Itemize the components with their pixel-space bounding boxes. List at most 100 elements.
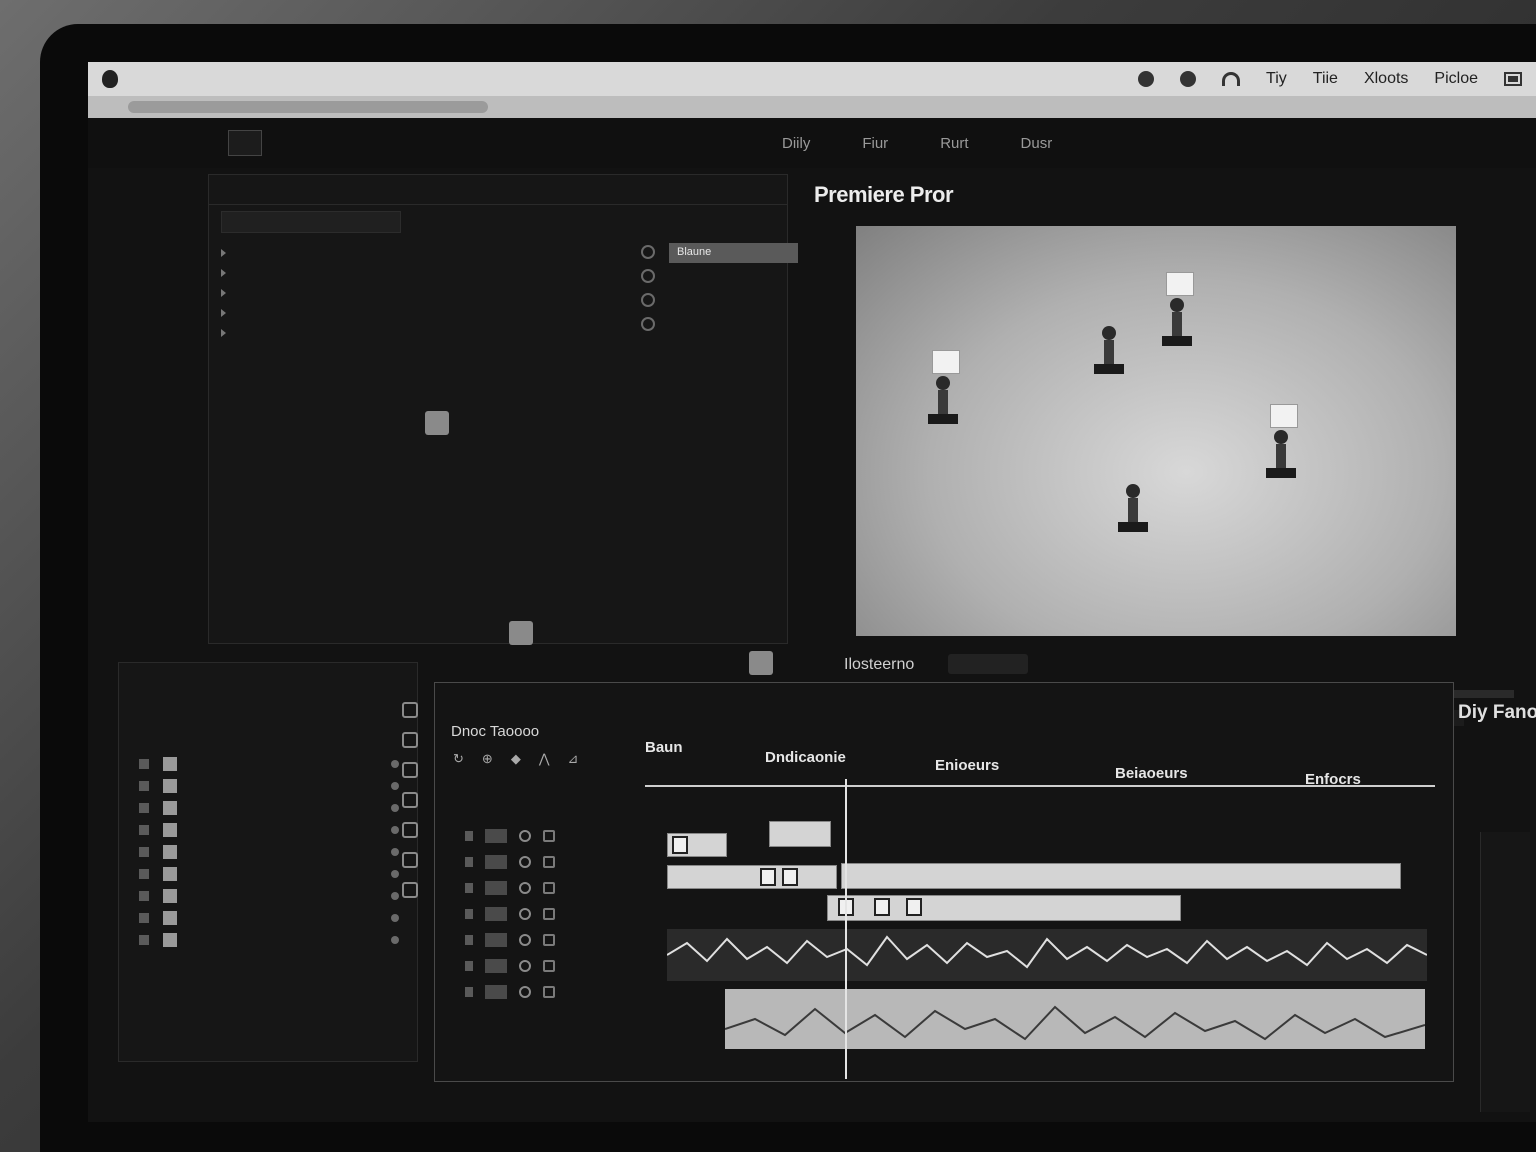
lock-icon[interactable] <box>465 883 473 893</box>
hand-tool-icon[interactable] <box>402 882 418 898</box>
lock-icon[interactable] <box>465 935 473 945</box>
disclosure-triangle-icon[interactable] <box>221 289 226 297</box>
circle-icon[interactable] <box>641 317 655 331</box>
circle-icon[interactable] <box>641 293 655 307</box>
list-item[interactable] <box>139 753 399 775</box>
bin-item[interactable] <box>221 303 561 323</box>
keyframe-icon[interactable] <box>391 760 399 768</box>
media-thumbnail[interactable] <box>749 651 773 675</box>
track-label[interactable] <box>485 855 507 869</box>
lock-icon[interactable] <box>465 987 473 997</box>
snap-icon[interactable]: ↻ <box>453 751 464 767</box>
keyframe-icon[interactable] <box>391 804 399 812</box>
disclosure-triangle-icon[interactable] <box>221 249 226 257</box>
video-clip[interactable] <box>769 821 831 847</box>
lock-icon[interactable] <box>465 831 473 841</box>
solo-icon[interactable] <box>543 986 555 998</box>
solo-icon[interactable] <box>543 960 555 972</box>
status-item-3[interactable]: Xloots <box>1364 70 1408 88</box>
lock-icon[interactable] <box>465 909 473 919</box>
bin-item[interactable] <box>221 243 561 263</box>
sync-icon[interactable] <box>543 830 555 842</box>
status-item-4[interactable]: Picloe <box>1434 70 1478 88</box>
sequence-timecode[interactable]: Dnoc Taoooo <box>451 723 539 740</box>
video-clip[interactable] <box>827 895 1181 921</box>
settings-icon[interactable]: ⋀ <box>539 751 550 767</box>
playhead[interactable] <box>845 779 847 1079</box>
status-item-2[interactable]: Tiie <box>1313 70 1338 88</box>
list-item[interactable] <box>139 907 399 929</box>
slip-tool-icon[interactable] <box>402 822 418 838</box>
keyframe-icon[interactable] <box>391 826 399 834</box>
audio-clip[interactable] <box>667 929 1427 981</box>
list-item[interactable] <box>139 819 399 841</box>
list-item[interactable] <box>139 929 399 951</box>
status-item-1[interactable]: Tiy <box>1266 70 1287 88</box>
captions-icon[interactable]: ⊿ <box>567 751 578 767</box>
mute-icon[interactable] <box>519 908 531 920</box>
circle-icon[interactable] <box>641 269 655 283</box>
linked-selection-icon[interactable]: ⊕ <box>482 751 493 767</box>
zoom-dropdown[interactable] <box>948 654 1028 674</box>
track-select-tool-icon[interactable] <box>402 732 418 748</box>
user-icon[interactable] <box>1180 71 1197 87</box>
video-clip[interactable] <box>667 865 837 889</box>
sync-icon[interactable] <box>543 882 555 894</box>
bin-item[interactable] <box>221 283 561 303</box>
video-clip[interactable] <box>841 863 1401 889</box>
list-item[interactable] <box>139 775 399 797</box>
media-thumbnail[interactable] <box>509 621 533 645</box>
tab-rurt[interactable]: Rurt <box>940 135 968 152</box>
apple-icon[interactable] <box>102 70 118 88</box>
list-item[interactable] <box>139 841 399 863</box>
mute-icon[interactable] <box>519 934 531 946</box>
circle-icon[interactable] <box>641 245 655 259</box>
eye-icon[interactable] <box>519 856 531 868</box>
solo-icon[interactable] <box>543 934 555 946</box>
tab-dusr[interactable]: Dusr <box>1021 135 1053 152</box>
time-ruler[interactable]: Baun Dndicaonie Enioeurs Beiaoeurs Enfoc… <box>645 739 1435 788</box>
razor-tool-icon[interactable] <box>402 792 418 808</box>
disclosure-triangle-icon[interactable] <box>221 269 226 277</box>
keyframe-icon[interactable] <box>391 892 399 900</box>
list-item[interactable] <box>139 885 399 907</box>
keyframe-icon[interactable] <box>391 936 399 944</box>
solo-icon[interactable] <box>543 908 555 920</box>
video-clip[interactable] <box>667 833 727 857</box>
mute-icon[interactable] <box>519 960 531 972</box>
bin-item[interactable] <box>221 263 561 283</box>
sync-icon[interactable] <box>543 856 555 868</box>
ripple-edit-tool-icon[interactable] <box>402 762 418 778</box>
video-preview[interactable] <box>856 226 1456 636</box>
list-item[interactable] <box>139 863 399 885</box>
monitor-timecode[interactable]: Ilosteerno <box>844 656 914 674</box>
lock-icon[interactable] <box>465 961 473 971</box>
keyframe-icon[interactable] <box>391 848 399 856</box>
track-label[interactable] <box>485 933 507 947</box>
audio-clip[interactable] <box>725 989 1425 1049</box>
tab-diily[interactable]: Diily <box>782 135 810 152</box>
wifi-icon[interactable] <box>1222 72 1241 86</box>
keyframe-icon[interactable] <box>391 914 399 922</box>
app-logo-icon[interactable] <box>228 130 262 156</box>
project-search-input[interactable] <box>221 211 401 233</box>
siri-icon[interactable] <box>1138 71 1155 87</box>
disclosure-triangle-icon[interactable] <box>221 329 226 337</box>
eye-icon[interactable] <box>519 830 531 842</box>
add-marker-icon[interactable]: ◆ <box>511 751 521 767</box>
list-item[interactable] <box>139 797 399 819</box>
disclosure-triangle-icon[interactable] <box>221 309 226 317</box>
keyframe-icon[interactable] <box>391 782 399 790</box>
eye-icon[interactable] <box>519 882 531 894</box>
track-label[interactable] <box>485 959 507 973</box>
keyframe-icon[interactable] <box>391 870 399 878</box>
track-label[interactable] <box>485 881 507 895</box>
lock-icon[interactable] <box>465 857 473 867</box>
battery-icon[interactable] <box>1504 72 1522 86</box>
track-label[interactable] <box>485 985 507 999</box>
pen-tool-icon[interactable] <box>402 852 418 868</box>
bin-item[interactable] <box>221 323 561 343</box>
tab-fiur[interactable]: Fiur <box>862 135 888 152</box>
track-label[interactable] <box>485 907 507 921</box>
track-label[interactable] <box>485 829 507 843</box>
